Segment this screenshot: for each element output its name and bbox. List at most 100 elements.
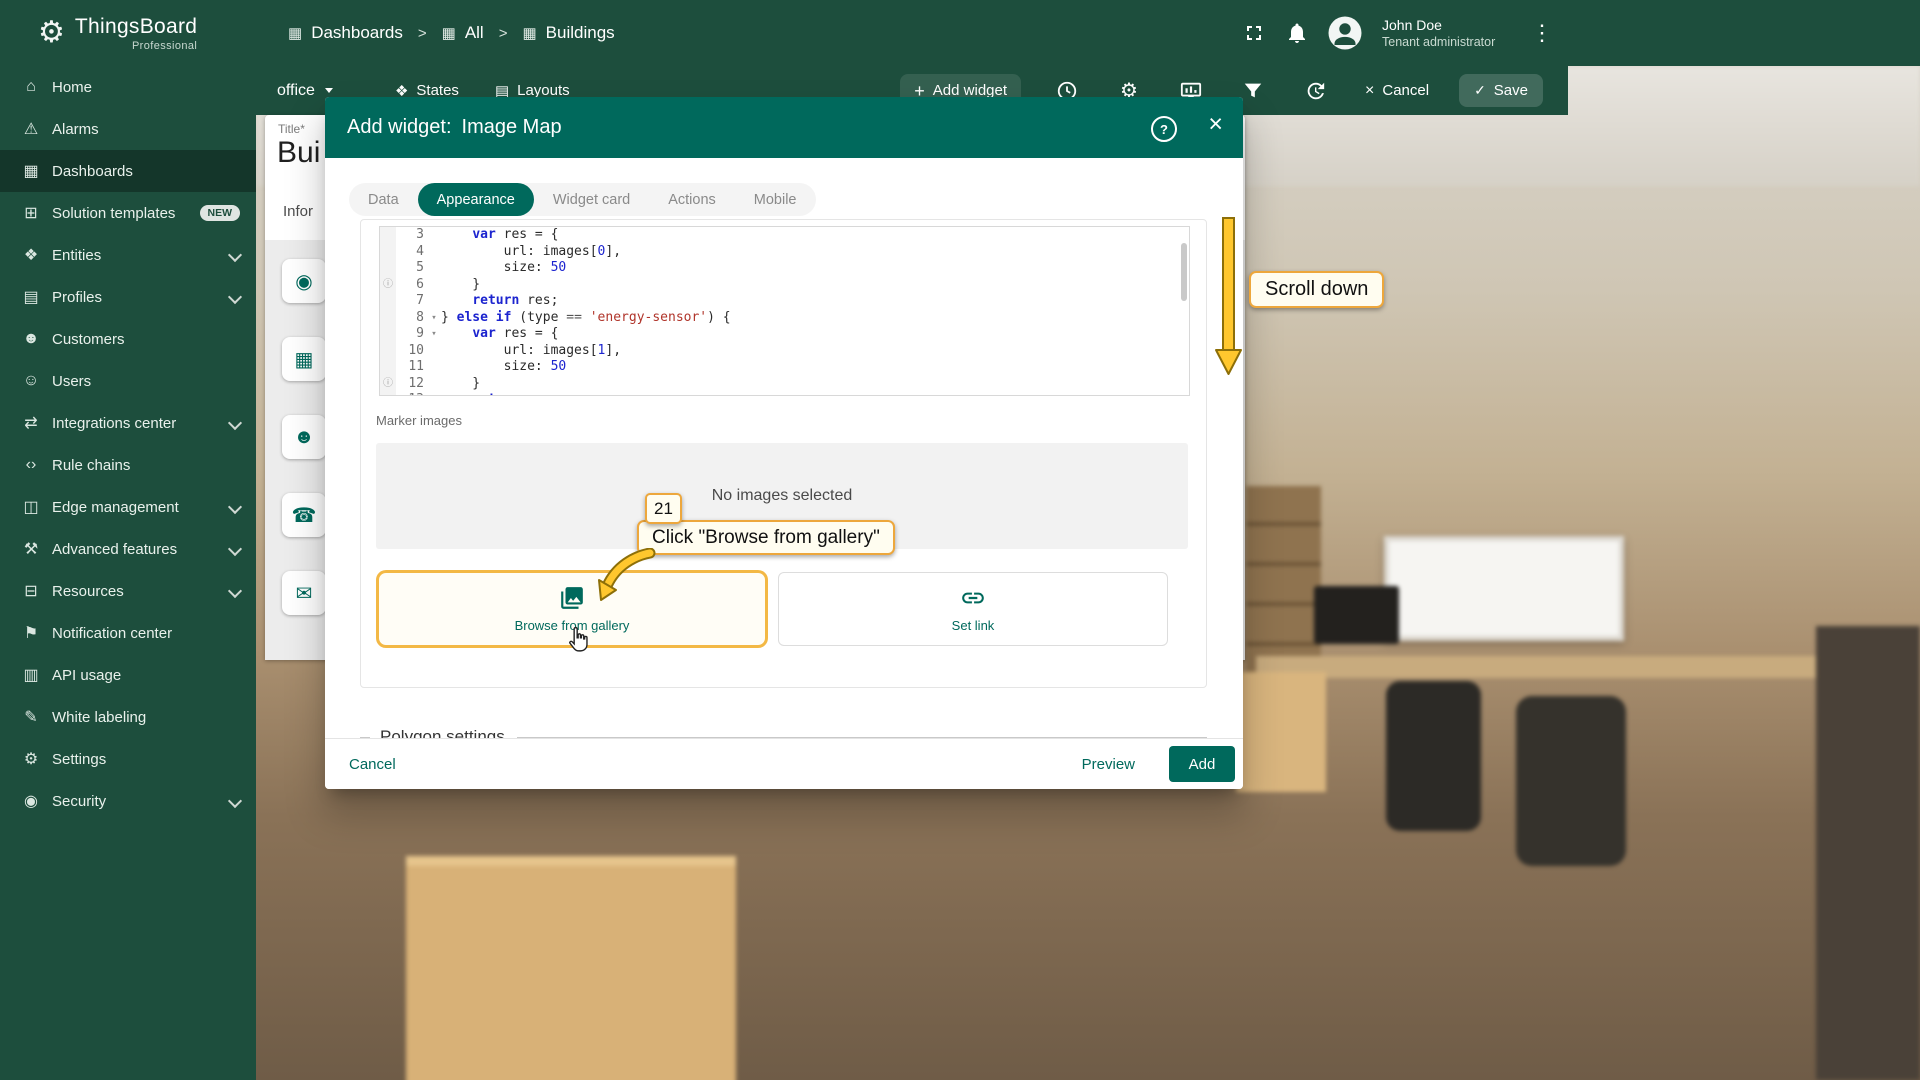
sidebar-item-entities[interactable]: ❖Entities	[0, 234, 256, 276]
toolbar-save-button[interactable]: ✓ Save	[1459, 74, 1543, 107]
scrollbar-thumb[interactable]	[1181, 243, 1187, 301]
chevron-down-icon	[325, 88, 333, 93]
line-number: 11	[396, 359, 427, 376]
user-avatar[interactable]	[1327, 15, 1363, 51]
sidebar-item-solution-templates[interactable]: ⊞Solution templatesNEW	[0, 192, 256, 234]
code-fold-gap	[427, 376, 441, 393]
sidebar-item-dashboards[interactable]: ▦Dashboards	[0, 150, 256, 192]
notifications-bell-icon[interactable]	[1284, 20, 1310, 46]
chevron-down-icon	[228, 542, 242, 556]
code-line-8: 8▾} else if (type == 'energy-sensor') {	[380, 310, 1189, 327]
code-fold-gap	[427, 343, 441, 360]
sidebar-item-white-labeling[interactable]: ✎White labeling	[0, 696, 256, 738]
sidebar-item-edge-management[interactable]: ◫Edge management	[0, 486, 256, 528]
sidebar-item-settings[interactable]: ⚙Settings	[0, 738, 256, 780]
code-line-7: 7 return res;	[380, 293, 1189, 310]
tab-mobile[interactable]: Mobile	[735, 183, 816, 216]
set-link-button[interactable]: Set link	[778, 572, 1168, 646]
chevron-down-icon	[228, 290, 242, 304]
line-number: 4	[396, 244, 427, 261]
tab-widget-card[interactable]: Widget card	[534, 183, 649, 216]
sidebar-item-customers[interactable]: ☻Customers	[0, 318, 256, 360]
panel-tab-information[interactable]: Infor	[283, 203, 313, 220]
rule-chains-icon: ‹›	[20, 456, 42, 474]
code-margin	[380, 343, 396, 360]
sidebar-item-api-usage[interactable]: ▥API usage	[0, 654, 256, 696]
code-line-3: 3 var res = {	[380, 227, 1189, 244]
dialog-title: Add widget:	[347, 116, 452, 139]
breadcrumb-item-dashboards[interactable]: ▦Dashboards	[288, 23, 403, 43]
sidebar-item-advanced-features[interactable]: ⚒Advanced features	[0, 528, 256, 570]
close-icon[interactable]: ×	[1208, 112, 1223, 137]
code-line-11: 11 size: 50	[380, 359, 1189, 376]
header-right: John Doe Tenant administrator ⋮	[1241, 0, 1557, 66]
filter-icon[interactable]	[1241, 79, 1265, 103]
security-icon: ◉	[20, 791, 42, 811]
sidebar-item-integrations-center[interactable]: ⇄Integrations center	[0, 402, 256, 444]
set-link-label: Set link	[952, 618, 995, 633]
code-scrollbar[interactable]	[1180, 229, 1188, 391]
version-history-icon[interactable]	[1303, 79, 1327, 103]
bg-chair	[1386, 681, 1481, 831]
help-icon[interactable]: ?	[1151, 116, 1177, 142]
toolbar-cancel-button[interactable]: × Cancel	[1359, 81, 1435, 101]
sidebar-item-security[interactable]: ◉Security	[0, 780, 256, 822]
markers-section: 3 var res = {4 url: images[0],5 size: 50…	[360, 219, 1207, 688]
widget-icon-rail: ◉ ▦ ☻ ☎ ✉	[282, 259, 326, 615]
code-line-13: 13 return res;	[380, 392, 1189, 396]
rail-mail-icon[interactable]: ✉	[282, 571, 326, 615]
tab-appearance[interactable]: Appearance	[418, 183, 534, 216]
sidebar-item-resources[interactable]: ⊟Resources	[0, 570, 256, 612]
tab-actions[interactable]: Actions	[649, 183, 735, 216]
profiles-icon: ▤	[20, 287, 42, 307]
breadcrumb-item-buildings[interactable]: ▦Buildings	[522, 23, 614, 43]
kebab-menu-icon[interactable]: ⋮	[1527, 20, 1557, 46]
sidebar-item-users[interactable]: ☺Users	[0, 360, 256, 402]
dialog-cancel-button[interactable]: Cancel	[343, 755, 402, 774]
code-editor[interactable]: 3 var res = {4 url: images[0],5 size: 50…	[379, 226, 1190, 396]
sidebar-item-rule-chains[interactable]: ‹›Rule chains	[0, 444, 256, 486]
screen: ⚙ ThingsBoard Professional ⌂Home⚠Alarms▦…	[0, 0, 1920, 1080]
code-fold-gap	[427, 244, 441, 261]
gallery-image-icon	[559, 585, 585, 611]
line-number: 9	[396, 326, 427, 343]
dashboard-title-value[interactable]: Bui	[277, 136, 320, 170]
code-fold-icon[interactable]: ▾	[427, 326, 441, 343]
code-fold-gap	[427, 227, 441, 244]
chevron-down-icon	[228, 416, 242, 430]
breadcrumb: ▦Dashboards>▦All>▦Buildings	[288, 0, 615, 66]
app-logo[interactable]: ⚙ ThingsBoard Professional	[0, 0, 256, 66]
sidebar-item-profiles[interactable]: ▤Profiles	[0, 276, 256, 318]
dashboards-grid-icon: ▦	[442, 24, 456, 42]
advanced-features-icon: ⚒	[20, 539, 42, 559]
code-margin	[380, 227, 396, 244]
sidebar-item-home[interactable]: ⌂Home	[0, 66, 256, 108]
integrations-center-icon: ⇄	[20, 413, 42, 433]
entity-select[interactable]: office	[277, 82, 333, 100]
dialog-add-button[interactable]: Add	[1169, 746, 1235, 782]
tab-data[interactable]: Data	[349, 183, 418, 216]
alarms-icon: ⚠	[20, 119, 42, 139]
breadcrumb-separator: >	[499, 25, 508, 42]
rail-location-icon[interactable]: ◉	[282, 259, 326, 303]
edge-management-icon: ◫	[20, 497, 42, 517]
code-fold-icon[interactable]: ▾	[427, 310, 441, 327]
sidebar-nav: ⌂Home⚠Alarms▦Dashboards⊞Solution templat…	[0, 66, 256, 822]
sidebar-item-alarms[interactable]: ⚠Alarms	[0, 108, 256, 150]
dialog-preview-button[interactable]: Preview	[1076, 755, 1141, 774]
dashboards-grid-icon: ▦	[522, 24, 536, 42]
code-line-5: 5 size: 50	[380, 260, 1189, 277]
rail-person-icon[interactable]: ☻	[282, 415, 326, 459]
step-number-badge: 21	[645, 493, 682, 524]
chevron-down-icon	[228, 248, 242, 262]
add-widget-dialog: Add widget: Image Map ? × DataAppearance…	[325, 97, 1243, 789]
rail-widgets-icon[interactable]: ▦	[282, 337, 326, 381]
code-info-icon: ⓘ	[380, 277, 396, 294]
sidebar-item-notification-center[interactable]: ⚑Notification center	[0, 612, 256, 654]
no-images-text: No images selected	[712, 487, 853, 505]
user-info[interactable]: John Doe Tenant administrator	[1382, 16, 1510, 50]
breadcrumb-item-all[interactable]: ▦All	[442, 23, 484, 43]
rail-phone-icon[interactable]: ☎	[282, 493, 326, 537]
fullscreen-icon[interactable]	[1241, 20, 1267, 46]
bg-monitor	[1314, 586, 1399, 644]
